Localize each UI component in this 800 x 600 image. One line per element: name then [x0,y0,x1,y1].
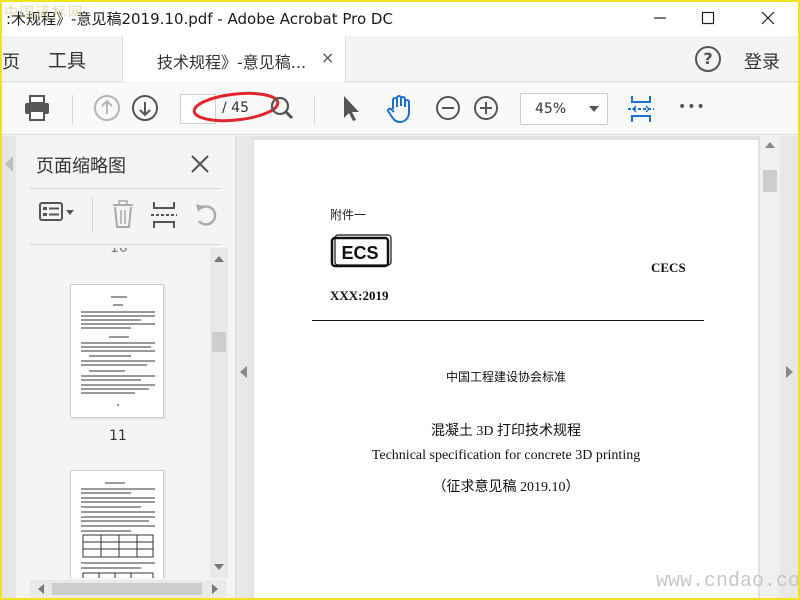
ecs-logo: ECS [330,234,392,270]
thumbnail-text-lines [81,482,155,578]
tab-document-label: 技术规程》-意见稿... [157,53,307,72]
login-link[interactable]: 登录 [744,48,780,74]
panel-divider [30,188,220,189]
thumbnail-text-lines [81,296,155,406]
zoom-out-icon[interactable] [434,93,462,123]
select-arrow-icon[interactable] [338,93,364,123]
document-view[interactable]: 附件一 ECS CECS XXX:2019 中国工程建设协会标准 混凝土 3D … [252,136,760,598]
zoom-in-icon[interactable] [472,93,500,123]
tab-close-button[interactable]: × [321,48,334,67]
title-bar: :术规程》-意见稿2019.10.pdf - Adobe Acrobat Pro… [2,2,798,36]
app-window: :术规程》-意见稿2019.10.pdf - Adobe Acrobat Pro… [0,0,800,600]
corner-watermark: 中国道标网 [4,5,84,21]
organization-title: 中国工程建设协会标准 [445,370,566,384]
toolbar-separator [314,95,315,125]
panel-title: 页面缩略图 [36,156,126,177]
close-icon [761,11,775,25]
thumbnail-scrollbar[interactable] [210,248,228,578]
zoom-tool-icon[interactable] [266,93,296,123]
scroll-up-icon[interactable] [765,142,775,148]
left-panel-toggle[interactable] [236,136,252,598]
fit-page-icon[interactable] [626,93,656,125]
document-title-cn: 混凝土 3D 打印技术规程 [430,424,582,439]
print-icon[interactable] [22,93,52,123]
thumbnail-options-icon[interactable] [38,200,78,224]
rotate-icon[interactable] [192,200,220,230]
panel-divider [30,244,220,245]
tab-tools[interactable]: 工具 [48,46,86,73]
nav-pointer-icon [5,156,13,172]
minimize-button[interactable] [636,2,684,34]
thumbnail-hscrollbar[interactable] [30,580,226,598]
close-window-button[interactable] [744,2,792,34]
scroll-thumb[interactable] [763,170,777,192]
prev-page-icon[interactable] [92,93,122,123]
thumbnail-label: 10 [110,248,128,256]
thumbnail-label: 11 [109,428,127,444]
tab-document[interactable]: 技术规程》-意见稿... × [122,36,346,82]
attachment-label: 附件一 [330,208,367,222]
right-panel-toggle[interactable] [780,136,798,598]
ecs-logo-icon: ECS [330,234,392,268]
draft-label: （征求意见稿 2019.10） [432,480,580,495]
left-nav-strip [2,136,16,598]
toolbar-separator [72,95,73,125]
tab-home[interactable]: 页 [2,48,20,74]
panel-separator [92,198,93,232]
maximize-button[interactable] [684,2,732,34]
document-scrollbar[interactable] [760,136,780,598]
hscrollbar-track [38,583,218,595]
maximize-icon [701,11,715,25]
page-thumbnail[interactable] [70,284,164,418]
collapse-left-icon [240,366,247,378]
hand-icon[interactable] [384,93,416,125]
page-extract-icon[interactable] [150,200,178,230]
panel-close-icon[interactable] [190,154,210,174]
thumbnail-list: 10 11 [30,248,226,578]
minimize-icon [654,17,666,19]
scrollbar-track [212,256,226,570]
pdf-page: 附件一 ECS CECS XXX:2019 中国工程建设协会标准 混凝土 3D … [254,140,758,598]
page-thumbnail[interactable] [70,470,164,578]
tab-bar: 页 工具 技术规程》-意见稿... × ? 登录 [2,36,798,82]
document-title-en: Technical specification for concrete 3D … [371,448,641,463]
ecs-logo-text: ECS [341,243,378,263]
chevron-down-icon [589,106,599,112]
trash-icon[interactable] [110,200,136,230]
more-icon[interactable]: ••• [678,99,706,115]
expand-right-icon [786,366,793,378]
help-icon[interactable]: ? [695,46,721,72]
zoom-select[interactable]: 45% [520,93,608,125]
main-toolbar: / 45 45% ••• [2,83,798,135]
thumbnails-panel: 页面缩略图 10 11 [16,136,236,598]
site-watermark: www.cndao.com [656,570,800,593]
next-page-icon[interactable] [130,93,160,123]
standard-code: XXX:2019 [330,288,389,303]
header-rule [312,320,704,321]
zoom-value: 45% [535,101,567,117]
cecs-label: CECS [651,260,686,275]
